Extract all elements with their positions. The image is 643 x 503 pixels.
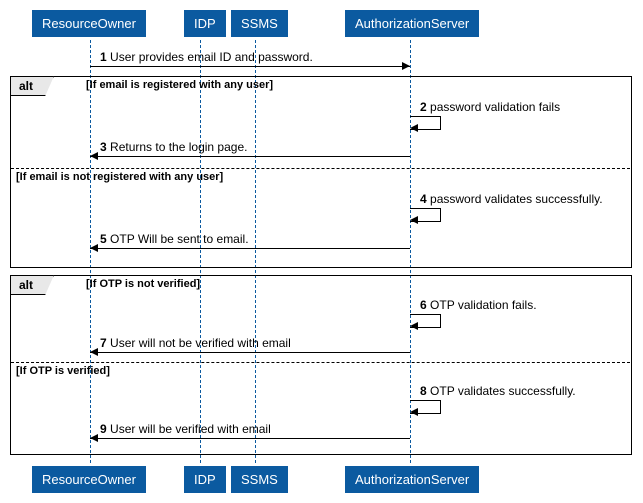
message-4-num: 4: [420, 192, 427, 206]
arrowhead-4: [410, 216, 418, 224]
message-8-text: OTP validates successfully.: [430, 384, 576, 398]
arrowhead-1: [402, 62, 410, 70]
message-7: 7 User will not be verified with email: [100, 336, 291, 350]
alt-divider-1: [11, 168, 630, 169]
arrowhead-9: [90, 434, 98, 442]
message-4-text: password validates successfully.: [430, 192, 603, 206]
arrow-9: [90, 438, 410, 439]
participant-idp-top: IDP: [184, 10, 226, 37]
message-1-text: User provides email ID and password.: [110, 50, 313, 64]
participant-ssms-top: SSMS: [231, 10, 288, 37]
message-2: 2 password validation fails: [420, 100, 560, 114]
message-8-num: 8: [420, 384, 427, 398]
message-1-num: 1: [100, 50, 107, 64]
message-2-num: 2: [420, 100, 427, 114]
message-9: 9 User will be verified with email: [100, 422, 271, 436]
arrowhead-2: [410, 124, 418, 132]
message-7-num: 7: [100, 336, 107, 350]
guard-2a: [If OTP is not verified]: [86, 278, 200, 290]
message-1: 1 User provides email ID and password.: [100, 50, 313, 64]
arrowhead-8: [410, 408, 418, 416]
message-4: 4 password validates successfully.: [420, 192, 603, 206]
arrow-3: [90, 156, 410, 157]
message-6: 6 OTP validation fails.: [420, 298, 537, 312]
guard-1b: [If email is not registered with any use…: [16, 171, 223, 183]
participant-ssms-bottom: SSMS: [231, 466, 288, 493]
message-5-text: OTP Will be sent to email.: [110, 232, 249, 246]
participant-authorizationserver-top: AuthorizationServer: [345, 10, 479, 37]
participant-authorizationserver-bottom: AuthorizationServer: [345, 466, 479, 493]
message-2-text: password validation fails: [430, 100, 560, 114]
alt-label-2: alt: [10, 275, 54, 295]
arrowhead-6: [410, 322, 418, 330]
arrowhead-5: [90, 244, 98, 252]
arrow-5: [90, 248, 410, 249]
arrowhead-7: [90, 348, 98, 356]
message-7-text: User will not be verified with email: [110, 336, 291, 350]
guard-1a: [If email is registered with any user]: [86, 79, 273, 91]
alt-divider-2: [11, 362, 630, 363]
message-6-text: OTP validation fails.: [430, 298, 537, 312]
message-5-num: 5: [100, 232, 107, 246]
message-3: 3 Returns to the login page.: [100, 140, 247, 154]
participant-resourceowner-bottom: ResourceOwner: [32, 466, 146, 493]
message-8: 8 OTP validates successfully.: [420, 384, 576, 398]
message-6-num: 6: [420, 298, 427, 312]
alt-label-1: alt: [10, 76, 54, 96]
guard-2b: [If OTP is verified]: [16, 365, 110, 377]
message-9-text: User will be verified with email: [110, 422, 271, 436]
participant-resourceowner-top: ResourceOwner: [32, 10, 146, 37]
participant-idp-bottom: IDP: [184, 466, 226, 493]
message-5: 5 OTP Will be sent to email.: [100, 232, 249, 246]
arrow-1: [90, 66, 410, 67]
arrowhead-3: [90, 152, 98, 160]
arrow-7: [90, 352, 410, 353]
sequence-diagram: ResourceOwner IDP SSMS AuthorizationServ…: [10, 10, 633, 493]
message-3-num: 3: [100, 140, 107, 154]
message-3-text: Returns to the login page.: [110, 140, 247, 154]
message-9-num: 9: [100, 422, 107, 436]
